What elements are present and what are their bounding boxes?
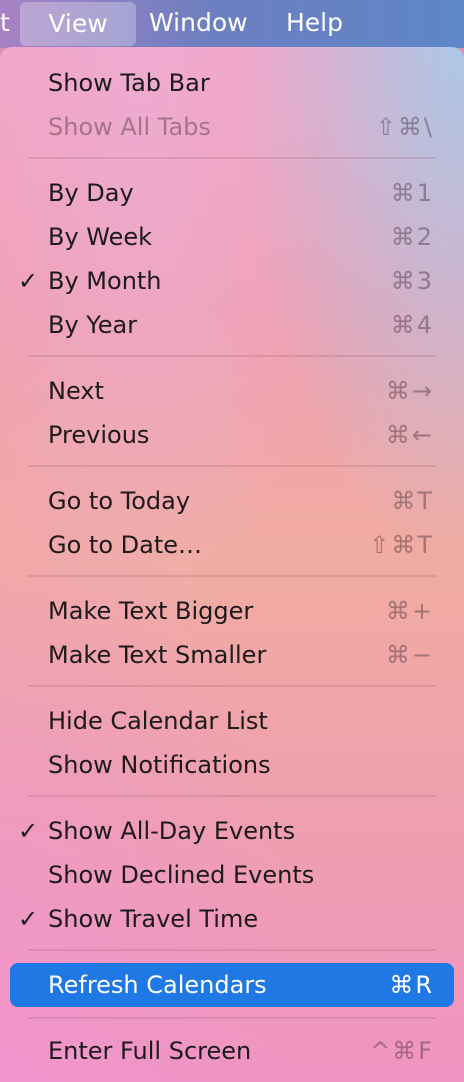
menu-item-hide-calendar-list[interactable]: Hide Calendar List <box>10 699 454 743</box>
menu-item-go-to-today[interactable]: Go to Today ⌘T <box>10 479 454 523</box>
menu-item-label: Show Notifications <box>48 751 271 779</box>
menu-item-label: Make Text Smaller <box>48 641 267 669</box>
checkmark-icon: ✓ <box>18 817 39 845</box>
shortcut: ⇧⌘\ <box>375 113 434 141</box>
menu-separator <box>28 575 436 577</box>
menu-item-label: Show Travel Time <box>48 905 259 933</box>
menu-item-make-text-bigger[interactable]: Make Text Bigger ⌘+ <box>10 589 454 633</box>
shortcut: ⌘T <box>391 487 434 515</box>
menu-separator <box>28 1017 436 1019</box>
menubar-item-help[interactable]: Help <box>286 0 343 46</box>
menu-item-label: Show Declined Events <box>48 861 315 889</box>
menu-item-label: Hide Calendar List <box>48 707 268 735</box>
menu-item-next[interactable]: Next ⌘→ <box>10 369 454 413</box>
menu-item-make-text-smaller[interactable]: Make Text Smaller ⌘− <box>10 633 454 677</box>
shortcut: ⌘R <box>389 971 434 999</box>
menu-item-by-year[interactable]: By Year ⌘4 <box>10 303 454 347</box>
menu-item-label: Enter Full Screen <box>48 1037 252 1065</box>
shortcut: ⌘1 <box>390 179 434 207</box>
menu-item-label: By Week <box>48 223 153 251</box>
menubar-item-view[interactable]: View <box>20 2 136 46</box>
menu-item-label: Go to Date… <box>48 531 202 559</box>
menu-item-label: By Year <box>48 311 138 339</box>
menu-item-label: Refresh Calendars <box>48 971 267 999</box>
menu-separator <box>28 157 436 159</box>
menu-item-label: By Month <box>48 267 162 295</box>
menu-separator <box>28 355 436 357</box>
checkmark-icon: ✓ <box>18 905 39 933</box>
menu-item-show-all-day-events[interactable]: ✓ Show All-Day Events <box>10 809 454 853</box>
menu-item-by-week[interactable]: By Week ⌘2 <box>10 215 454 259</box>
checkmark-icon: ✓ <box>18 267 39 295</box>
menu-separator <box>28 465 436 467</box>
menu-item-show-tab-bar[interactable]: Show Tab Bar <box>10 61 454 105</box>
menu-item-enter-full-screen[interactable]: Enter Full Screen ^⌘F <box>10 1029 454 1073</box>
menu-item-show-all-tabs: Show All Tabs ⇧⌘\ <box>10 105 454 149</box>
menu-item-label: Show Tab Bar <box>48 69 210 97</box>
menu-item-label: Make Text Bigger <box>48 597 254 625</box>
shortcut: ⇧⌘T <box>369 531 434 559</box>
menu-separator <box>28 949 436 951</box>
shortcut: ⌘→ <box>385 377 434 405</box>
menu-item-show-travel-time[interactable]: ✓ Show Travel Time <box>10 897 454 941</box>
view-menu: Show Tab Bar Show All Tabs ⇧⌘\ By Day ⌘1… <box>0 47 464 1082</box>
menubar-item-window[interactable]: Window <box>149 0 248 46</box>
menu-item-by-day[interactable]: By Day ⌘1 <box>10 171 454 215</box>
menu-item-label: By Day <box>48 179 134 207</box>
shortcut: ⌘+ <box>385 597 434 625</box>
menu-item-show-notifications[interactable]: Show Notifications <box>10 743 454 787</box>
menu-bar: t View Window Help <box>0 0 464 48</box>
menu-item-go-to-date[interactable]: Go to Date… ⇧⌘T <box>10 523 454 567</box>
shortcut: ⌘3 <box>390 267 434 295</box>
shortcut: ^⌘F <box>370 1037 434 1065</box>
shortcut: ⌘← <box>385 421 434 449</box>
shortcut: ⌘4 <box>390 311 434 339</box>
shortcut: ⌘− <box>385 641 434 669</box>
menu-separator <box>28 685 436 687</box>
menu-item-label: Previous <box>48 421 150 449</box>
menu-item-label: Show All-Day Events <box>48 817 296 845</box>
menu-item-refresh-calendars[interactable]: Refresh Calendars ⌘R <box>10 963 454 1007</box>
menu-item-show-declined-events[interactable]: Show Declined Events <box>10 853 454 897</box>
menu-item-previous[interactable]: Previous ⌘← <box>10 413 454 457</box>
menubar-item-edit[interactable]: t <box>0 0 10 46</box>
shortcut: ⌘2 <box>390 223 434 251</box>
menu-item-label: Go to Today <box>48 487 191 515</box>
menu-separator <box>28 795 436 797</box>
menu-item-label: Show All Tabs <box>48 113 211 141</box>
menu-item-by-month[interactable]: ✓ By Month ⌘3 <box>10 259 454 303</box>
menu-item-label: Next <box>48 377 104 405</box>
